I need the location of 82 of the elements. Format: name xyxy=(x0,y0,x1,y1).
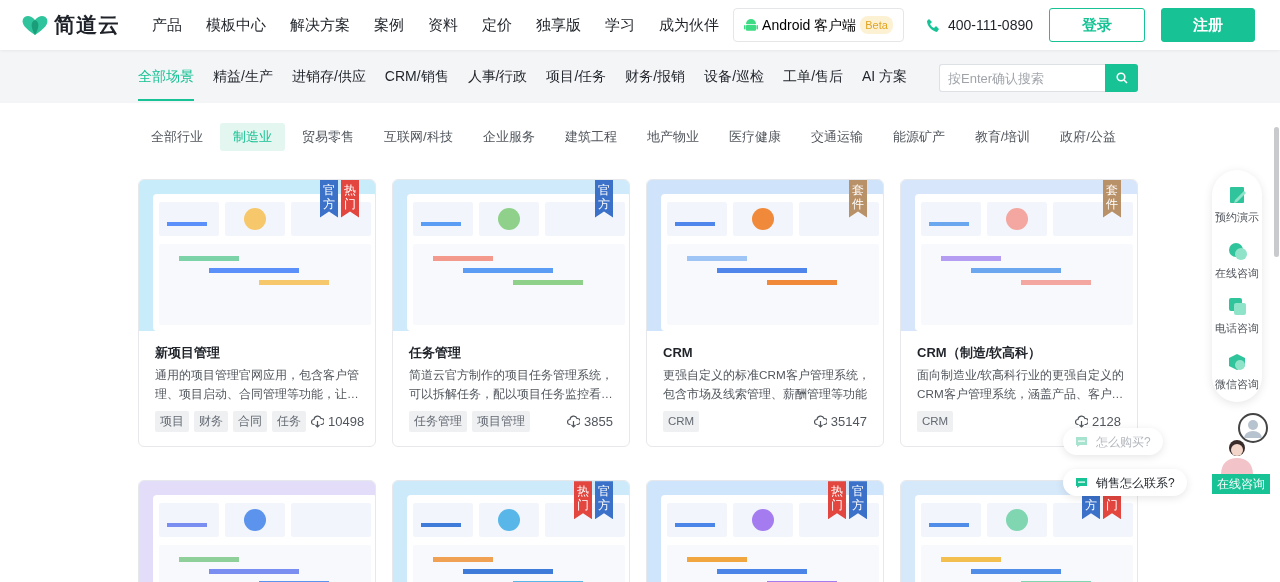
card-title: 新项目管理 xyxy=(155,343,221,362)
card-title: CRM xyxy=(663,343,694,362)
scrollbar[interactable] xyxy=(1274,127,1279,257)
tag: 合同 xyxy=(233,411,267,433)
ribbon-badge: 热门 xyxy=(341,179,359,218)
ribbon-badge: 套件 xyxy=(849,179,867,218)
nav-link[interactable]: 资料 xyxy=(428,13,458,37)
card-description: 更强自定义的标准CRM客户管理系统，包含市场及线索管理、薪酬管理等功能 xyxy=(663,367,871,402)
download-icon xyxy=(813,415,827,429)
industry-filter[interactable]: 能源矿产 xyxy=(879,123,958,151)
card-title: CRM（制造/软高科） xyxy=(917,343,1043,362)
scene-tab[interactable]: 进销存/供应 xyxy=(291,66,366,101)
industry-filter[interactable]: 教育/培训 xyxy=(961,123,1044,151)
scene-tab[interactable]: 人事/行政 xyxy=(467,66,528,101)
nav-link[interactable]: 定价 xyxy=(482,13,512,37)
ribbon-badge: 热门 xyxy=(828,481,846,520)
nav-link[interactable]: 学习 xyxy=(605,13,635,37)
industry-filter[interactable]: 全部行业 xyxy=(138,123,216,151)
template-card[interactable]: CRM 更强自定义的标准CRM客户管理系统，包含市场及线索管理、薪酬管理等功能 CRM 35147 套件 xyxy=(646,178,884,448)
tag: CRM xyxy=(663,411,700,433)
android-icon xyxy=(744,17,759,33)
download-count: 10498 xyxy=(328,412,365,431)
download-count: 35147 xyxy=(830,412,867,431)
tag: 项目管理 xyxy=(472,411,530,433)
logo-icon[interactable] xyxy=(20,13,50,37)
logo-text[interactable]: 简道云 xyxy=(54,9,120,41)
side-menu-item[interactable]: 电话咨询 xyxy=(1215,297,1259,337)
card-title: 任务管理 xyxy=(409,343,462,362)
ribbon-badge: 官方 xyxy=(320,179,338,218)
card-description: 面向制造业/软高科行业的更强自定义的CRM客户管理系统，涵盖产品、客户… xyxy=(917,367,1126,402)
industry-filter[interactable]: 交通运输 xyxy=(797,123,876,151)
industry-filter[interactable]: 互联网/科技 xyxy=(371,123,466,151)
scene-tab[interactable]: 项目/任务 xyxy=(546,66,607,101)
ribbon-badge: 官方 xyxy=(595,179,613,218)
side-menu-item[interactable]: 微信咨询 xyxy=(1215,352,1259,392)
scene-tab[interactable]: 精益/生产 xyxy=(213,66,273,101)
industry-filter[interactable]: 贸易零售 xyxy=(289,123,367,151)
search-button[interactable] xyxy=(1105,64,1138,92)
ribbon-badge: 热门 xyxy=(574,481,592,520)
ribbon-badge: 套件 xyxy=(1103,179,1121,218)
download-count: 3855 xyxy=(584,412,613,431)
industry-filter[interactable]: 企业服务 xyxy=(469,123,548,151)
app-download-button[interactable]: Android 客户端 Beta xyxy=(733,8,904,42)
download-icon xyxy=(311,415,324,429)
industry-filter[interactable]: 政府/公益 xyxy=(1047,123,1129,151)
scene-tab[interactable]: 财务/报销 xyxy=(625,66,686,101)
template-card[interactable]: 任务管理 简道云官方制作的项目任务管理系统，可以拆解任务，配以项目任务监控看… 任务管理 项目管理 3855 官方 xyxy=(392,178,630,448)
tag: 财务 xyxy=(194,411,228,433)
chat-prompt[interactable]: 销售怎么联系? xyxy=(1063,469,1187,496)
tag: CRM xyxy=(917,411,954,433)
scene-tab[interactable]: 设备/巡检 xyxy=(704,66,765,101)
ribbon-badge: 官方 xyxy=(595,481,613,520)
nav-link[interactable]: 模板中心 xyxy=(206,13,266,37)
tag: 任务管理 xyxy=(409,411,467,433)
tag: 任务 xyxy=(272,411,306,433)
ribbon-badge: 官方 xyxy=(849,481,867,520)
phone-number: 400-111-0890 xyxy=(947,15,1033,35)
download-icon xyxy=(1075,415,1089,429)
side-menu-item[interactable]: 预约演示 xyxy=(1215,186,1259,226)
nav-link[interactable]: 成为伙伴 xyxy=(659,13,719,37)
edit-icon xyxy=(1227,186,1247,205)
card-description: 通用的项目管理官网应用，包含客户管理、项目启动、合同管理等功能，让… xyxy=(155,367,360,402)
industry-filter[interactable]: 地产物业 xyxy=(633,123,712,151)
nav-link[interactable]: 独享版 xyxy=(536,13,581,37)
avatar-icon[interactable] xyxy=(1238,413,1268,443)
beta-badge: Beta xyxy=(860,15,893,35)
tag: 项目 xyxy=(155,411,189,433)
nav-link[interactable]: 案例 xyxy=(374,13,404,37)
industry-filter[interactable]: 建筑工程 xyxy=(551,123,630,151)
download-count: 2128 xyxy=(1092,412,1121,431)
nav-link[interactable]: 产品 xyxy=(152,13,182,37)
scene-tab[interactable]: AI 方案 xyxy=(862,66,908,101)
industry-filter[interactable]: 医疗健康 xyxy=(715,123,794,151)
scene-tab[interactable]: CRM/销售 xyxy=(384,66,449,101)
card-description: 简道云官方制作的项目任务管理系统，可以拆解任务，配以项目任务监控看… xyxy=(409,367,614,402)
template-card[interactable]: 新项目管理 通用的项目管理官网应用，包含客户管理、项目启动、合同管理等功能，让… 项目 财务 合同 任务 10498 官方 热门 xyxy=(138,178,376,448)
download-icon xyxy=(567,415,581,429)
search-icon xyxy=(1115,72,1128,84)
nav-link[interactable]: 解决方案 xyxy=(290,13,350,37)
scene-tab[interactable]: 工单/售后 xyxy=(783,66,843,101)
search-field[interactable]: 按Enter确认搜索 xyxy=(939,64,1105,92)
side-menu-item[interactable]: 在线咨询 xyxy=(1215,241,1259,281)
